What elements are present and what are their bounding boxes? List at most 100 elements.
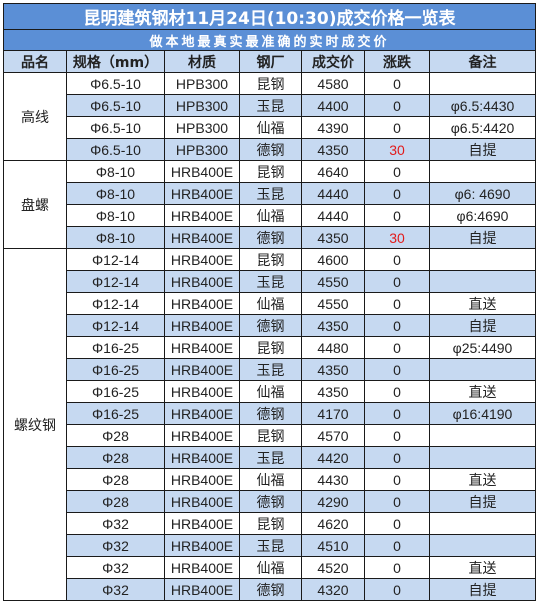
note-cell: 自提 [429, 314, 536, 337]
price-cell: 4400 [301, 94, 365, 117]
mill-cell: 德钢 [239, 138, 302, 161]
note-cell: 自提 [429, 490, 536, 513]
grade-cell: HRB400E [164, 446, 240, 469]
spec-cell: Φ6.5-10 [66, 138, 165, 161]
change-cell: 0 [364, 512, 430, 535]
change-cell: 0 [364, 270, 430, 293]
spec-cell: Φ16-25 [66, 402, 165, 425]
grade-cell: HPB300 [164, 116, 240, 139]
note-cell [429, 534, 536, 557]
change-cell: 0 [364, 446, 430, 469]
table-row: Φ6.5-10 HPB300 德钢 4350 30 自提 [4, 138, 536, 161]
mill-cell: 仙福 [239, 292, 302, 315]
price-cell: 4420 [301, 446, 365, 469]
note-cell: 直送 [429, 292, 536, 315]
grade-cell: HRB400E [164, 182, 240, 205]
change-cell: 0 [364, 468, 430, 491]
mill-cell: 玉昆 [239, 182, 302, 205]
price-cell: 4550 [301, 270, 365, 293]
grade-cell: HRB400E [164, 314, 240, 337]
product-category-cell: 高线 [3, 72, 67, 161]
column-header-spec: 规格（mm） [66, 50, 165, 73]
note-cell [429, 512, 536, 535]
change-cell: 0 [364, 314, 430, 337]
table-row: Φ28 HRB400E 玉昆 4420 0 [4, 446, 536, 469]
table-title: 昆明建筑钢材11月24日(10:30)成交价格一览表 [3, 3, 536, 30]
mill-cell: 玉昆 [239, 534, 302, 557]
change-cell: 0 [364, 336, 430, 359]
price-cell: 4320 [301, 578, 365, 601]
grade-cell: HPB300 [164, 94, 240, 117]
note-cell [429, 358, 536, 381]
price-cell: 4170 [301, 402, 365, 425]
mill-cell: 德钢 [239, 490, 302, 513]
table-subtitle: 做本地最真实最准确的实时成交价 [3, 29, 536, 51]
table-row: Φ6.5-10 HPB300 玉昆 4400 0 φ6.5:4430 [4, 94, 536, 117]
product-category-cell: 螺纹钢 [3, 248, 67, 601]
price-cell: 4350 [301, 314, 365, 337]
spec-cell: Φ16-25 [66, 336, 165, 359]
spec-cell: Φ8-10 [66, 182, 165, 205]
change-cell: 0 [364, 182, 430, 205]
grade-cell: HRB400E [164, 160, 240, 183]
price-cell: 4390 [301, 116, 365, 139]
price-cell: 4580 [301, 72, 365, 95]
column-header-note: 备注 [429, 50, 536, 73]
note-cell: φ6.5:4430 [429, 94, 536, 117]
table-row: Φ32 HRB400E 玉昆 4510 0 [4, 534, 536, 557]
mill-cell: 德钢 [239, 314, 302, 337]
grade-cell: HRB400E [164, 270, 240, 293]
note-cell: 直送 [429, 380, 536, 403]
table-body: 高线 Φ6.5-10 HPB300 昆钢 4580 0 Φ6.5-10 HPB300 玉昆 440… [3, 72, 536, 601]
table-row: Φ8-10 HRB400E 德钢 4350 30 自提 [4, 226, 536, 249]
mill-cell: 玉昆 [239, 94, 302, 117]
mill-cell: 昆钢 [239, 160, 302, 183]
spec-cell: Φ16-25 [66, 358, 165, 381]
price-table: 昆明建筑钢材11月24日(10:30)成交价格一览表 做本地最真实最准确的实时成… [3, 3, 536, 601]
grade-cell: HRB400E [164, 402, 240, 425]
table-row: Φ16-25 HRB400E 仙福 4350 0 直送 [4, 380, 536, 403]
grade-cell: HRB400E [164, 556, 240, 579]
price-cell: 4520 [301, 556, 365, 579]
price-cell: 4510 [301, 534, 365, 557]
note-cell [429, 446, 536, 469]
price-cell: 4440 [301, 204, 365, 227]
table-row: Φ16-25 HRB400E 昆钢 4480 0 φ25:4490 [4, 336, 536, 359]
spec-cell: Φ16-25 [66, 380, 165, 403]
mill-cell: 仙福 [239, 116, 302, 139]
column-header-product: 品名 [3, 50, 67, 73]
mill-cell: 昆钢 [239, 336, 302, 359]
spec-cell: Φ32 [66, 534, 165, 557]
change-cell: 0 [364, 292, 430, 315]
note-cell [429, 248, 536, 271]
table-row: Φ32 HRB400E 德钢 4320 0 自提 [4, 578, 536, 601]
spec-cell: Φ28 [66, 424, 165, 447]
column-header-price: 成交价 [301, 50, 365, 73]
mill-cell: 德钢 [239, 578, 302, 601]
grade-cell: HRB400E [164, 226, 240, 249]
note-cell: 自提 [429, 138, 536, 161]
grade-cell: HRB400E [164, 380, 240, 403]
change-cell: 0 [364, 380, 430, 403]
price-cell: 4550 [301, 292, 365, 315]
note-cell [429, 270, 536, 293]
grade-cell: HRB400E [164, 248, 240, 271]
change-cell: 30 [364, 226, 430, 249]
change-cell: 0 [364, 72, 430, 95]
grade-cell: HPB300 [164, 72, 240, 95]
table-row: Φ6.5-10 HPB300 仙福 4390 0 φ6.5:4420 [4, 116, 536, 139]
note-cell: φ16:4190 [429, 402, 536, 425]
table-row: 螺纹钢 Φ12-14 HRB400E 昆钢 4600 0 [3, 248, 536, 601]
change-cell: 0 [364, 424, 430, 447]
mill-cell: 德钢 [239, 402, 302, 425]
grade-cell: HRB400E [164, 578, 240, 601]
note-cell [429, 160, 536, 183]
price-cell: 4570 [301, 424, 365, 447]
note-cell: 自提 [429, 226, 536, 249]
change-cell: 0 [364, 160, 430, 183]
note-cell: φ6.5:4420 [429, 116, 536, 139]
change-cell: 0 [364, 556, 430, 579]
table-row: Φ16-25 HRB400E 德钢 4170 0 φ16:4190 [4, 402, 536, 425]
table-row: Φ12-14 HRB400E 玉昆 4550 0 [4, 270, 536, 293]
column-header-mill: 钢厂 [239, 50, 302, 73]
